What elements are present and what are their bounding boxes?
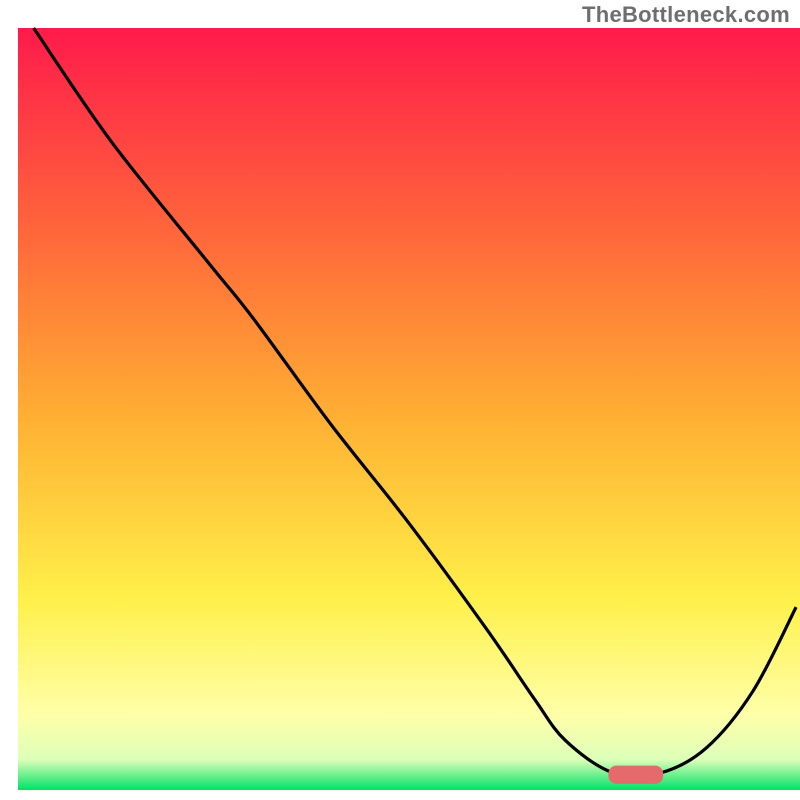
- gradient-background: [18, 28, 800, 790]
- optimum-marker: [608, 766, 663, 784]
- chart-stage: TheBottleneck.com: [0, 0, 800, 800]
- bottleneck-chart: [0, 0, 800, 800]
